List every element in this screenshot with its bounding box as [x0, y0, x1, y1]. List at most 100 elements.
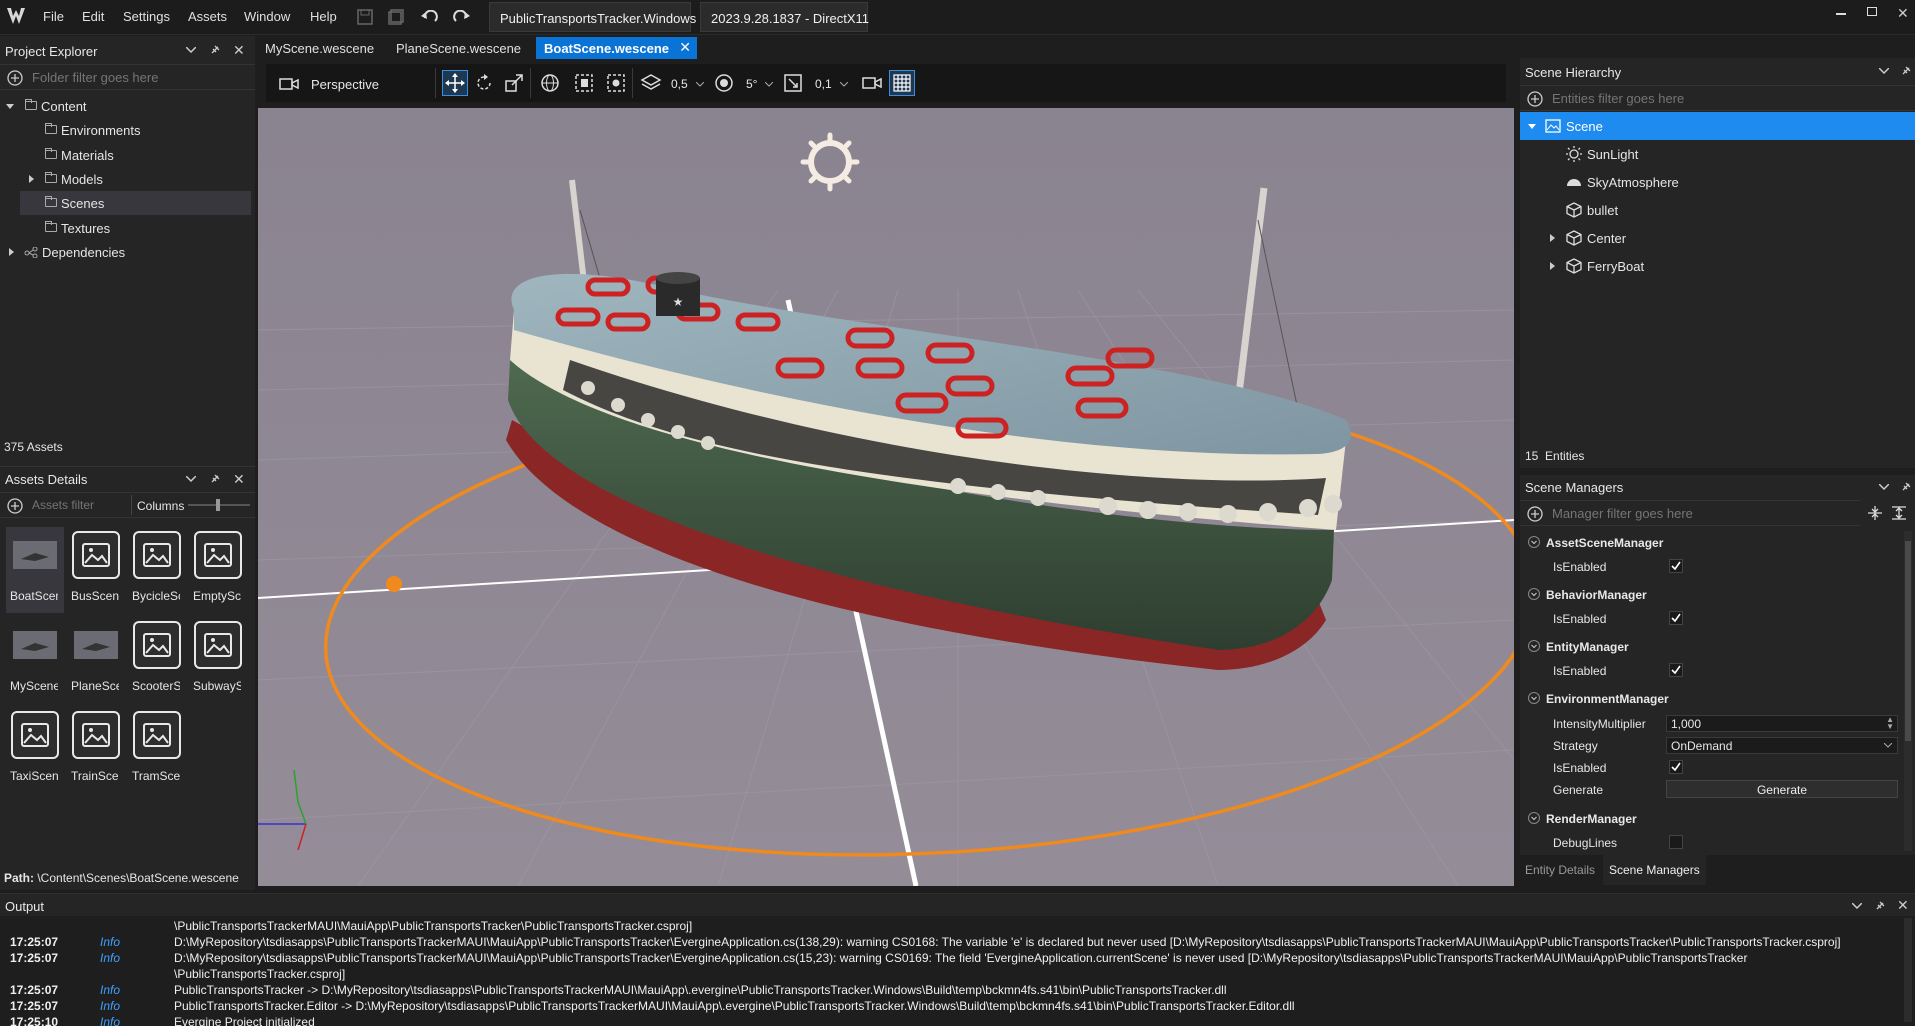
asset-tile[interactable]: BusScene: [67, 527, 125, 613]
add-icon[interactable]: [1527, 506, 1543, 522]
save-all-icon[interactable]: [388, 9, 404, 25]
assets-filter-input[interactable]: [32, 496, 127, 514]
tree-item-models[interactable]: Models: [0, 167, 255, 191]
tree-item-materials[interactable]: Materials: [0, 143, 255, 167]
chevron-down-icon[interactable]: [186, 476, 196, 482]
maximize-button[interactable]: [1867, 7, 1877, 16]
output-scrollbar[interactable]: [1904, 918, 1912, 1022]
collapse-icon[interactable]: [1528, 124, 1536, 129]
expand-icon[interactable]: [1550, 234, 1555, 242]
manager-section-entitymanager[interactable]: EntityManager: [1520, 637, 1905, 657]
asset-tile[interactable]: TaxiScene: [6, 707, 64, 793]
collapse-circle-icon[interactable]: [1528, 812, 1540, 824]
manager-filter-input[interactable]: [1552, 504, 1842, 522]
isenabled-checkbox[interactable]: [1669, 559, 1683, 573]
video-camera-icon[interactable]: [862, 76, 882, 90]
pin-icon[interactable]: [1875, 901, 1885, 911]
save-icon[interactable]: [357, 9, 373, 25]
chevron-down-icon[interactable]: [840, 82, 848, 87]
chevron-down-icon[interactable]: [1879, 484, 1889, 490]
collapse-circle-icon[interactable]: [1528, 692, 1540, 704]
close-tab-icon[interactable]: ✕: [679, 39, 691, 56]
columns-slider[interactable]: [188, 499, 250, 511]
camera-icon[interactable]: [279, 77, 299, 91]
add-icon[interactable]: [1527, 91, 1543, 107]
pin-icon[interactable]: [210, 474, 220, 484]
chevron-down-icon[interactable]: [1884, 743, 1892, 748]
tab-myscene[interactable]: MyScene.wescene: [257, 37, 382, 59]
chevron-down-icon[interactable]: [1879, 68, 1889, 74]
asset-tile[interactable]: PlaneSce: [67, 617, 125, 703]
snap-scale-value[interactable]: 0,1: [815, 77, 832, 91]
scrollbar-thumb[interactable]: [1905, 541, 1911, 741]
translate-tool-button[interactable]: [442, 70, 468, 96]
entities-filter-input[interactable]: [1552, 89, 1902, 107]
close-panel-icon[interactable]: ✕: [1897, 897, 1909, 914]
tab-planescene[interactable]: PlaneScene.wescene: [388, 37, 529, 59]
stepper-icon[interactable]: ▲ ▼: [1886, 716, 1894, 731]
output-log[interactable]: \PublicTransportsTrackerMAUI\MauiApp\Pub…: [0, 916, 1900, 1026]
hierarchy-item-skyatmosphere[interactable]: SkyAtmosphere: [1520, 168, 1915, 196]
manager-section-rendermanager[interactable]: RenderManager: [1520, 809, 1905, 829]
add-icon[interactable]: [7, 70, 23, 86]
hierarchy-item-ferryboat[interactable]: FerryBoat: [1520, 252, 1915, 280]
isenabled-checkbox[interactable]: [1669, 760, 1683, 774]
add-icon[interactable]: [7, 498, 23, 514]
pin-icon[interactable]: [1901, 482, 1911, 492]
asset-tile[interactable]: BoatScen: [6, 527, 64, 613]
generate-button[interactable]: Generate: [1666, 780, 1898, 798]
expand-icon[interactable]: [9, 248, 14, 256]
hierarchy-item-center[interactable]: Center: [1520, 224, 1915, 252]
viewport[interactable]: ★: [258, 60, 1514, 886]
pivot-icon[interactable]: [574, 73, 594, 93]
asset-tile[interactable]: ScooterSc: [128, 617, 186, 703]
collapse-circle-icon[interactable]: [1528, 640, 1540, 652]
snap-translate-value[interactable]: 0,5: [671, 77, 688, 91]
snap-scale-icon[interactable]: [783, 73, 803, 93]
undo-icon[interactable]: [421, 10, 439, 24]
menu-help[interactable]: Help: [310, 9, 337, 24]
collapse-icon[interactable]: [6, 104, 14, 109]
globe-icon[interactable]: [540, 73, 560, 93]
asset-tile[interactable]: SubwaySc: [189, 617, 247, 703]
collapse-circle-icon[interactable]: [1528, 536, 1540, 548]
chevron-down-icon[interactable]: [765, 82, 773, 87]
tab-scene-managers[interactable]: Scene Managers: [1603, 855, 1706, 885]
grid-toggle-button[interactable]: [889, 70, 915, 96]
tree-item-dependencies[interactable]: Dependencies: [0, 240, 255, 264]
manager-section-environmentmanager[interactable]: EnvironmentManager: [1520, 689, 1905, 709]
camera-mode-label[interactable]: Perspective: [311, 77, 379, 92]
center-icon[interactable]: [606, 73, 626, 93]
tree-item-textures[interactable]: Textures: [0, 216, 255, 240]
asset-tile[interactable]: TrainScer: [67, 707, 125, 793]
manager-section-behaviormanager[interactable]: BehaviorManager: [1520, 585, 1905, 605]
hierarchy-item-scene[interactable]: Scene: [1520, 112, 1915, 140]
asset-tile[interactable]: BycicleSc: [128, 527, 186, 613]
tab-entity-details[interactable]: Entity Details: [1525, 863, 1595, 877]
folder-filter-input[interactable]: [32, 68, 247, 86]
scrollbar[interactable]: [1904, 531, 1912, 851]
debuglines-checkbox[interactable]: [1669, 835, 1683, 849]
menu-settings[interactable]: Settings: [123, 9, 170, 24]
chevron-down-icon[interactable]: [186, 47, 196, 53]
snap-rotate-icon[interactable]: [714, 73, 734, 93]
scale-tool-icon[interactable]: [504, 73, 524, 93]
close-panel-icon[interactable]: ✕: [233, 471, 245, 488]
expand-all-icon[interactable]: [1892, 506, 1906, 520]
isenabled-checkbox[interactable]: [1669, 663, 1683, 677]
pin-icon[interactable]: [1901, 66, 1911, 76]
manager-section-assetscenemanager[interactable]: AssetSceneManager: [1520, 533, 1905, 553]
asset-tile[interactable]: TramScer: [128, 707, 186, 793]
strategy-select[interactable]: OnDemand: [1666, 737, 1898, 754]
chevron-down-icon[interactable]: [696, 82, 704, 87]
rotate-tool-icon[interactable]: [474, 73, 494, 93]
collapse-circle-icon[interactable]: [1528, 588, 1540, 600]
pin-icon[interactable]: [210, 45, 220, 55]
tree-item-scenes[interactable]: Scenes: [20, 191, 251, 215]
menu-assets[interactable]: Assets: [188, 9, 227, 24]
minimize-button[interactable]: [1836, 13, 1846, 15]
collapse-all-icon[interactable]: [1868, 506, 1882, 520]
close-panel-icon[interactable]: ✕: [233, 42, 245, 59]
scene-render[interactable]: ★: [258, 60, 1514, 886]
close-window-button[interactable]: ✕: [1897, 5, 1909, 22]
